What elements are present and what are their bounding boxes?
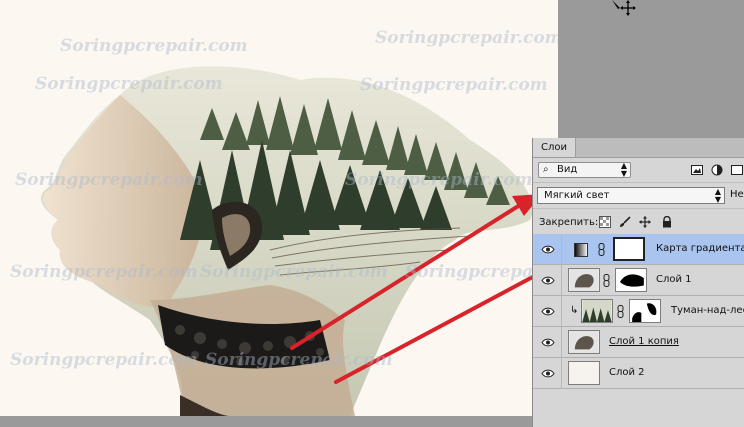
filter-row: ⌕ Вид ▲ ▼ xyxy=(533,158,744,182)
divider xyxy=(561,234,562,265)
transparency-lock-icon[interactable] xyxy=(599,216,611,228)
divider xyxy=(561,327,562,358)
brush-icon[interactable] xyxy=(619,216,631,228)
blend-row: Мягкий свет ▲▼ Неп xyxy=(533,182,744,208)
layer-name: Слой 1 копия xyxy=(609,336,679,347)
adjustment-filter-icon[interactable] xyxy=(711,164,723,176)
layer-mask-thumbnail[interactable] xyxy=(613,237,645,261)
lock-label: Закрепить: xyxy=(539,217,599,228)
layer-row[interactable]: Слой 2 xyxy=(533,358,744,389)
layer-name: Карта градиента 1 xyxy=(656,243,744,254)
eye-icon[interactable] xyxy=(541,307,555,316)
divider xyxy=(561,296,562,327)
blend-mode-select[interactable]: Мягкий свет ▲ ▼ xyxy=(537,187,725,204)
eye-icon[interactable] xyxy=(541,276,555,285)
image-filter-icon[interactable] xyxy=(691,164,703,176)
eye-icon[interactable] xyxy=(541,245,555,254)
blend-mode-value: Мягкий свет xyxy=(544,190,610,201)
layers-panel: Слои ⌕ Вид ▲▼ Мягкий свет ▲▼ Неп Закрепи… xyxy=(532,138,744,427)
divider xyxy=(561,358,562,389)
layer-mask-thumbnail[interactable] xyxy=(629,299,661,323)
panel-tabs: Слои xyxy=(533,138,744,158)
tab-layers[interactable]: Слои xyxy=(533,138,576,157)
move-cursor-icon xyxy=(612,0,636,16)
divider xyxy=(561,265,562,296)
chain-link-icon[interactable] xyxy=(603,274,611,287)
layer-thumbnail[interactable] xyxy=(568,330,600,354)
lock-icon[interactable] xyxy=(661,216,673,228)
layer-name: Туман-над-лесом xyxy=(671,305,744,316)
double-exposure-artwork xyxy=(40,66,558,416)
type-filter-icon[interactable] xyxy=(731,164,743,176)
search-icon: ⌕ xyxy=(543,164,549,175)
layer-row[interactable]: ↳ Туман-над-лесом xyxy=(533,296,744,327)
clip-arrow-icon: ↳ xyxy=(570,305,579,316)
panel-footer xyxy=(533,393,744,427)
layer-row[interactable]: Карта градиента 1 xyxy=(533,234,744,265)
layer-thumbnail[interactable] xyxy=(581,299,613,323)
layer-name: Слой 1 xyxy=(656,274,692,285)
chain-link-icon[interactable] xyxy=(598,243,606,256)
layer-row[interactable]: Слой 1 xyxy=(533,265,744,296)
layer-filter-select[interactable]: ⌕ Вид ▲ ▼ xyxy=(538,162,631,178)
layer-row[interactable]: Слой 1 копия xyxy=(533,327,744,358)
layer-mask-thumbnail[interactable] xyxy=(615,268,647,292)
document-canvas[interactable]: Soringpcrepair.com Soringpcrepair.com So… xyxy=(0,0,558,416)
layer-name: Слой 2 xyxy=(609,367,645,378)
eye-icon[interactable] xyxy=(541,369,555,378)
gradient-map-icon xyxy=(574,243,588,257)
lock-row: Закрепить: xyxy=(533,208,744,236)
stepper-arrows-icon: ▲ ▼ xyxy=(620,161,627,178)
layer-filter-value: Вид xyxy=(557,164,578,175)
layer-thumbnail[interactable] xyxy=(568,268,600,292)
stepper-arrows-icon: ▲ ▼ xyxy=(714,187,721,204)
move-icon[interactable] xyxy=(639,216,651,228)
chain-link-icon[interactable] xyxy=(617,305,625,318)
opacity-label: Неп xyxy=(730,189,744,200)
eye-icon[interactable] xyxy=(541,338,555,347)
layer-thumbnail[interactable] xyxy=(568,361,600,385)
